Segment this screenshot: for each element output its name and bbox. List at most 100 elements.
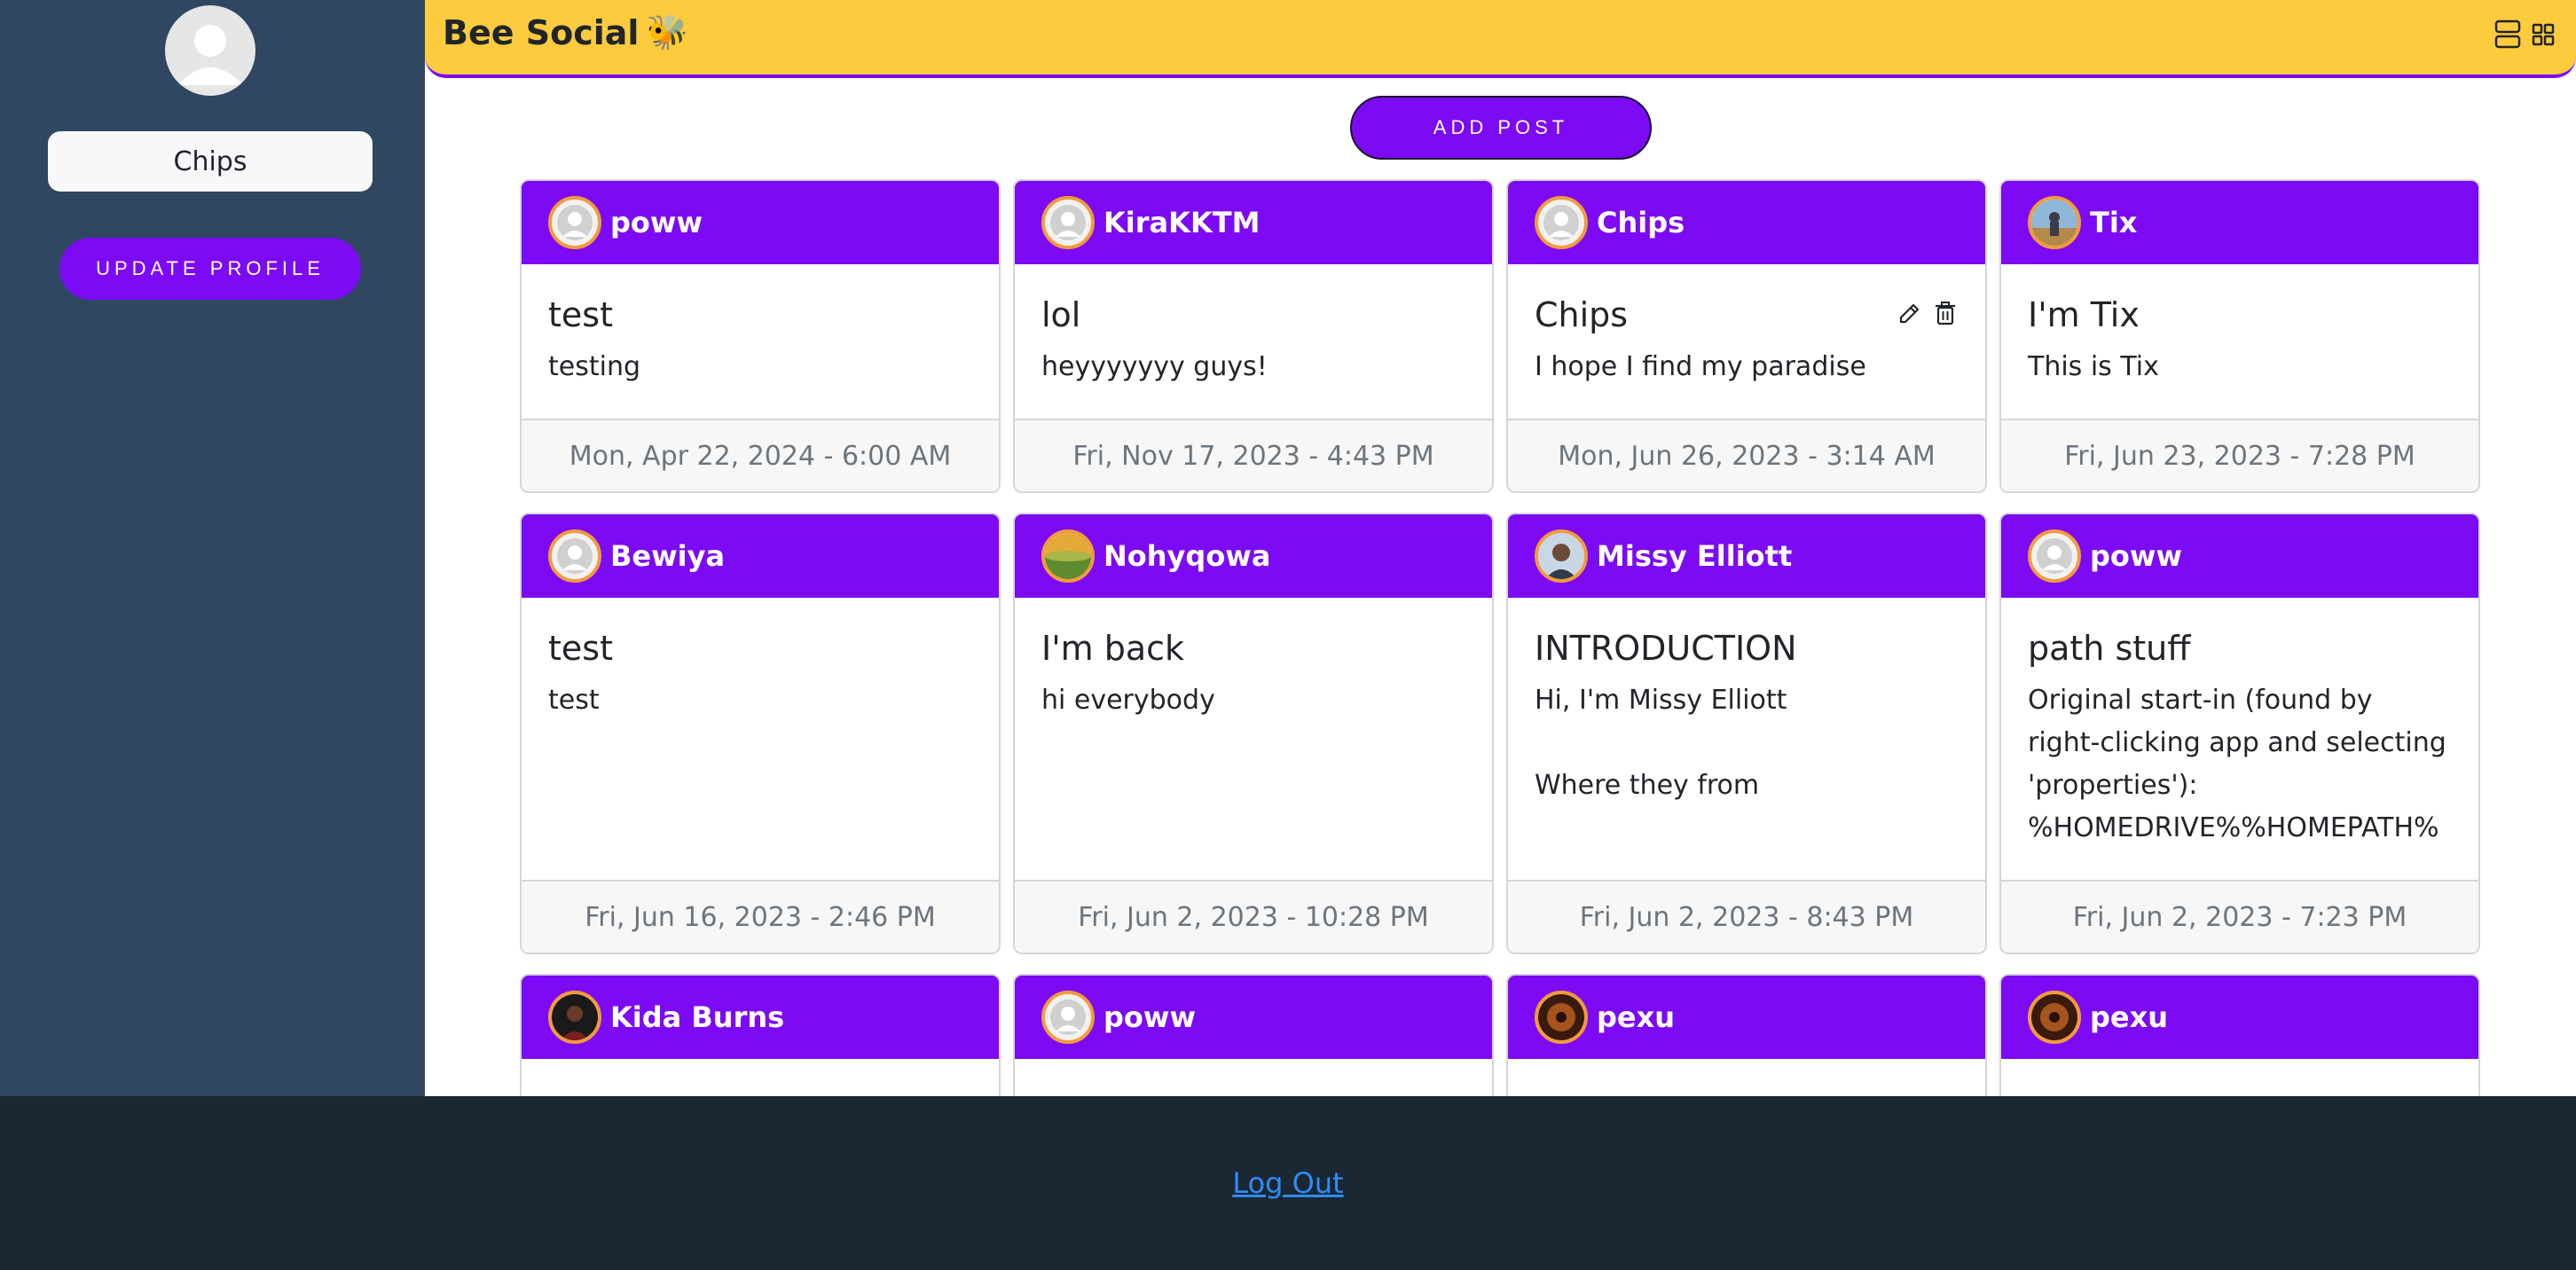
post-header: pexu [2001,976,2478,1059]
post-text: testing [548,351,641,382]
post-body: I'm back hi everybody [1015,598,1492,722]
photo-avatar-icon [552,994,598,1040]
post-username[interactable]: poww [1103,1000,1196,1034]
post-header: Kida Burns [522,976,999,1059]
list-view-icon[interactable] [2494,20,2521,50]
post-card: KiraKKTM lol heyyyyyyy guys! Fri, Nov 17… [1013,179,1494,493]
post-username[interactable]: Bewiya [610,539,725,573]
photo-avatar-icon [1538,533,1584,579]
photo-avatar-icon [1538,994,1584,1040]
logout-link[interactable]: Log Out [1232,1166,1343,1200]
post-card: poww [1013,974,1494,1096]
default-avatar-icon [1050,205,1086,240]
post-card: Missy Elliott INTRODUCTION Hi, I'm Missy… [1506,513,1987,954]
post-header: pexu [1508,976,1985,1059]
post-username[interactable]: Kida Burns [610,1000,784,1034]
post-card: Nohyqowa I'm back hi everybody Fri, Jun … [1013,513,1494,954]
post-username[interactable]: Missy Elliott [1597,539,1792,573]
default-avatar-icon [1050,1000,1086,1035]
post-text: hi everybody [1041,685,1215,716]
post-username[interactable]: pexu [2090,1000,2168,1034]
view-toggle [2494,20,2555,50]
post-card: Bewiya test test Fri, Jun 16, 2023 - 2:4… [520,513,1001,954]
brand-title: Bee Social [443,12,640,52]
post-title: path stuff [2028,629,2191,668]
add-post-button[interactable]: ADD POST [1350,96,1652,160]
user-avatar[interactable] [2028,991,2081,1044]
post-title: I'm Tix [2028,295,2140,334]
post-header: Chips [1508,181,1985,264]
post-body: Chips I hope I find my paradise [1508,264,1985,388]
user-avatar[interactable] [548,196,601,249]
username-field[interactable]: Chips [48,131,373,192]
post-actions [1897,300,1959,326]
post-username[interactable]: Tix [2090,206,2137,239]
post-title: I'm back [1041,629,1185,668]
post-text: heyyyyyyy guys! [1041,351,1268,382]
landscape-avatar-icon [1045,533,1091,579]
post-body: lol heyyyyyyy guys! [1015,264,1492,388]
post-card: poww test testing Mon, Apr 22, 2024 - 6:… [520,179,1001,493]
post-card: Kida Burns [520,974,1001,1096]
post-title: Chips [1535,295,1629,334]
post-username[interactable]: KiraKKTM [1103,206,1260,239]
post-username[interactable]: Chips [1597,206,1685,239]
post-date: Fri, Jun 2, 2023 - 7:23 PM [2001,880,2478,952]
edit-icon[interactable] [1897,300,1923,326]
post-date: Fri, Nov 17, 2023 - 4:43 PM [1015,419,1492,491]
default-avatar-icon [557,538,593,574]
post-body: I'm Tix This is Tix [2001,264,2478,388]
user-avatar[interactable] [1041,196,1095,249]
post-header: poww [522,181,999,264]
user-avatar[interactable] [548,991,601,1044]
posts-grid: poww test testing Mon, Apr 22, 2024 - 6:… [520,179,2482,1096]
user-avatar[interactable] [1041,529,1095,583]
header: Bee Social 🐝 [425,0,2576,78]
post-username[interactable]: poww [2090,539,2182,573]
post-title: test [548,295,613,334]
post-date: Mon, Apr 22, 2024 - 6:00 AM [522,419,999,491]
post-text: Hi, I'm Missy Elliott Where they from [1535,685,1787,801]
user-avatar[interactable] [1535,991,1588,1044]
post-card: pexu [1506,974,1987,1096]
post-username[interactable]: poww [610,206,703,239]
post-header: Nohyqowa [1015,514,1492,598]
post-text: This is Tix [2028,351,2159,382]
user-avatar[interactable] [1041,991,1095,1044]
post-title: lol [1041,295,1081,334]
bee-icon: 🐝 [646,12,688,51]
profile-avatar[interactable] [165,5,255,96]
user-avatar[interactable] [1535,529,1588,583]
default-avatar-icon [557,205,593,240]
post-text: test [548,685,600,716]
default-avatar-icon [2037,538,2072,574]
post-title: INTRODUCTION [1535,629,1797,668]
user-avatar[interactable] [2028,196,2081,249]
user-icon [177,25,243,85]
grid-view-icon[interactable] [2532,23,2555,46]
post-date: Fri, Jun 23, 2023 - 7:28 PM [2001,419,2478,491]
post-date: Fri, Jun 2, 2023 - 10:28 PM [1015,880,1492,952]
trash-icon[interactable] [1932,300,1959,326]
post-card: Chips Chips I hope I find my paradise Mo… [1506,179,1987,493]
post-date: Fri, Jun 2, 2023 - 8:43 PM [1508,880,1985,952]
post-card: pexu [1999,974,2480,1096]
user-avatar[interactable] [1535,196,1588,249]
post-date: Fri, Jun 16, 2023 - 2:46 PM [522,880,999,952]
user-avatar[interactable] [2028,529,2081,583]
post-title: test [548,629,613,668]
update-profile-button[interactable]: UPDATE PROFILE [59,238,361,300]
post-body: test test [522,598,999,722]
post-text: Original start-in (found by right-clicki… [2028,685,2446,843]
sidebar: Chips UPDATE PROFILE [0,0,425,1096]
post-username[interactable]: Nohyqowa [1103,539,1270,573]
post-card: poww path stuff Original start-in (found… [1999,513,2480,954]
user-avatar[interactable] [548,529,601,583]
post-header: poww [2001,514,2478,598]
brand[interactable]: Bee Social 🐝 [443,12,688,52]
post-header: Missy Elliott [1508,514,1985,598]
post-body: test testing [522,264,999,388]
post-username[interactable]: pexu [1597,1000,1675,1034]
post-header: Tix [2001,181,2478,264]
post-body: INTRODUCTION Hi, I'm Missy Elliott Where… [1508,598,1985,807]
